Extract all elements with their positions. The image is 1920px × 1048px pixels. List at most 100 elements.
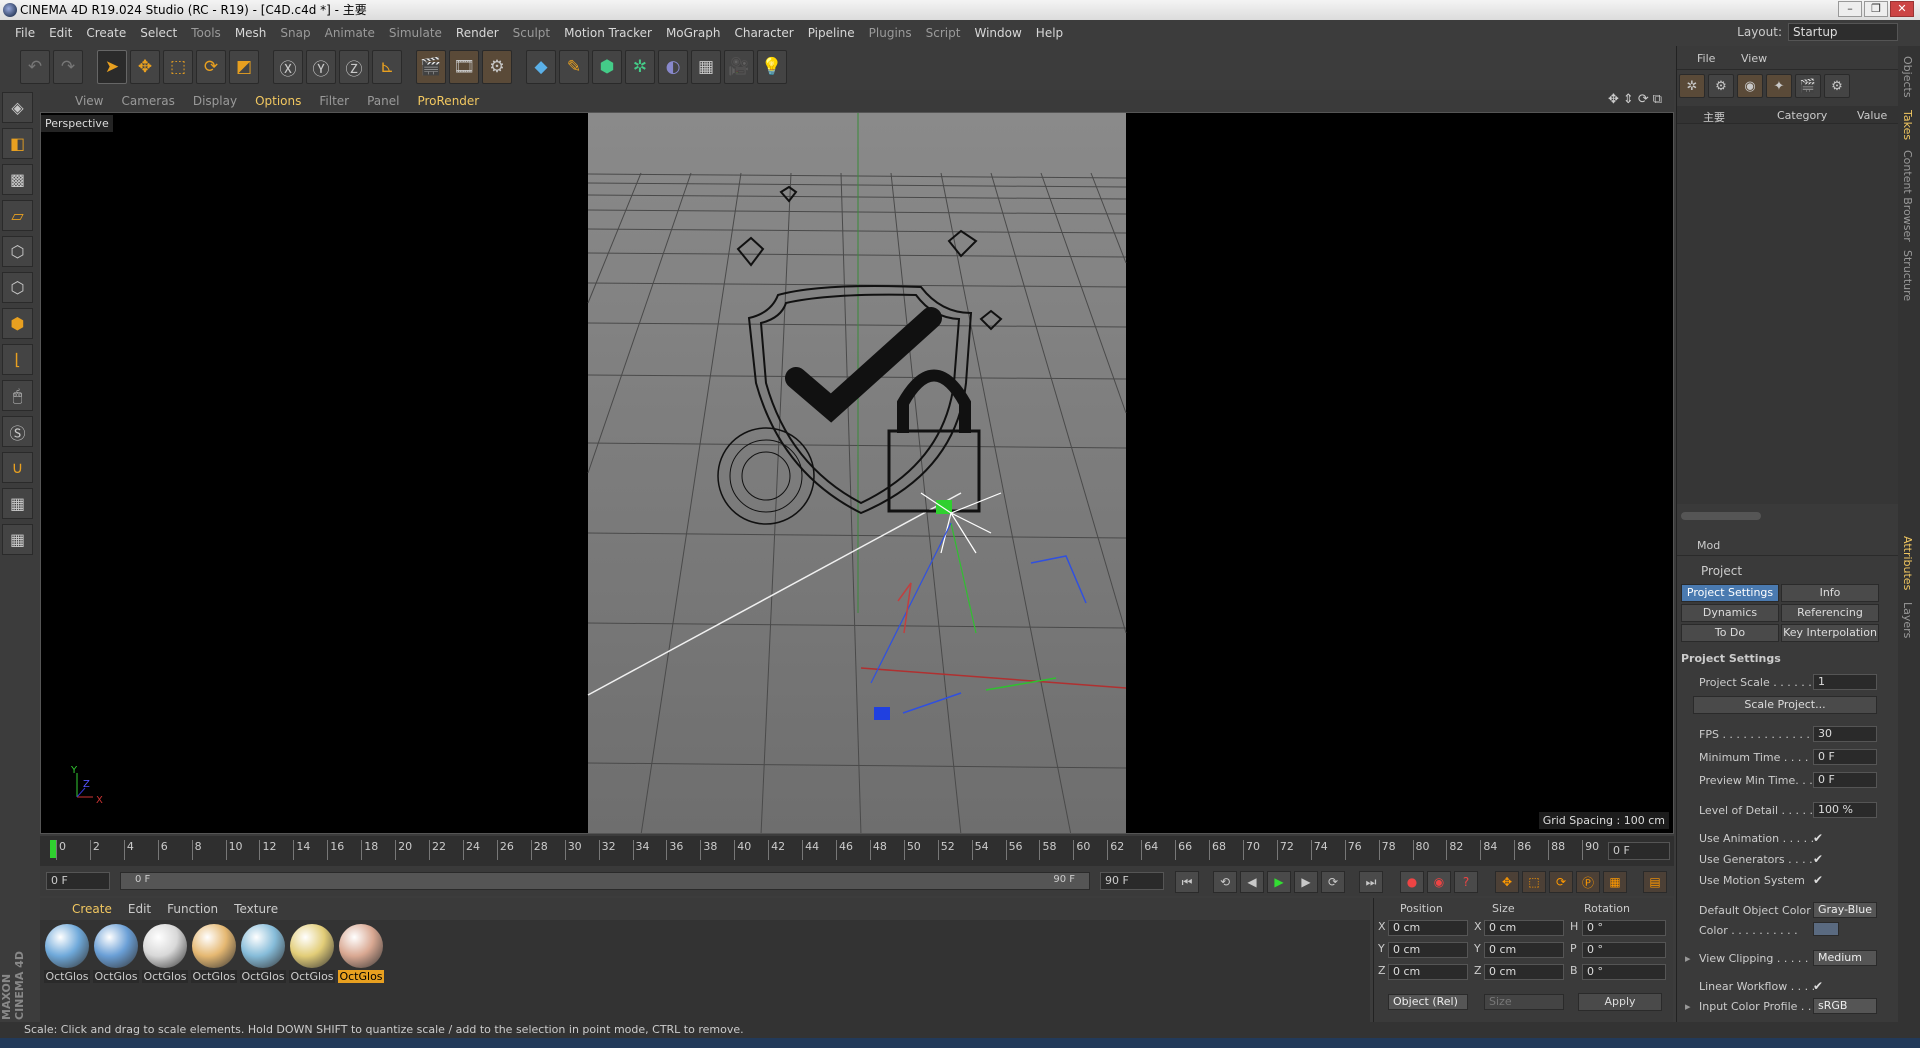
edges-mode-icon[interactable]: ⬡ [2,272,33,303]
menu-plugins[interactable]: Plugins [862,26,919,40]
tab-key-interpolation[interactable]: Key Interpolation [1781,624,1879,642]
prev-key-icon[interactable]: ⟲ [1213,871,1237,893]
viewport-menu-cameras[interactable]: Cameras [112,94,183,108]
material-menu-edit[interactable]: Edit [120,902,159,916]
minimum-time-field[interactable]: 0 F [1813,749,1877,765]
menu-edit[interactable]: Edit [42,26,79,40]
menu-character[interactable]: Character [727,26,800,40]
pen-spline-icon[interactable]: ✎ [559,50,589,84]
menu-window[interactable]: Window [967,26,1028,40]
cube-primitive-icon[interactable]: ◆ [526,50,556,84]
tab-to-do[interactable]: To Do [1681,624,1779,642]
coord-rotation-field[interactable]: 0 ° [1582,942,1666,958]
menu-motion-tracker[interactable]: Motion Tracker [557,26,659,40]
tab-info[interactable]: Info [1781,584,1879,602]
cloner-icon[interactable]: ✲ [625,50,655,84]
autokey-icon[interactable]: ◉ [1427,871,1451,893]
material-swatch[interactable]: OctGlos [338,924,384,983]
side-tab-content-browser[interactable]: Content Browser [1901,150,1914,242]
playhead[interactable] [50,840,56,858]
key-pla-icon[interactable]: ▦ [1603,871,1627,893]
coord-size-field[interactable]: 0 cm [1484,964,1564,980]
next-frame-icon[interactable]: ▶ [1294,871,1318,893]
workplane-icon[interactable]: ▱ [2,200,33,231]
go-to-start-icon[interactable]: ⏮ [1175,871,1199,893]
view-clipping-dropdown[interactable]: Medium [1813,950,1877,966]
menu-mesh[interactable]: Mesh [228,26,274,40]
material-swatch[interactable]: OctGlos [240,924,286,983]
viewport-menu-options[interactable]: Options [246,94,310,108]
side-tab-structure[interactable]: Structure [1901,250,1914,301]
side-tab-takes[interactable]: Takes [1901,110,1914,140]
viewport-nav-icons[interactable]: ✥⇕⟳⧉ [1608,92,1666,107]
menu-render[interactable]: Render [449,26,506,40]
key-position-icon[interactable]: ✥ [1495,871,1519,893]
object-list-scrollbar[interactable] [1681,512,1761,520]
menu-snap[interactable]: Snap [273,26,317,40]
material-swatch[interactable]: OctGlos [142,924,188,983]
z-axis-lock-icon[interactable]: Ⓩ [339,50,369,84]
render-settings-icon[interactable]: ⚙ [482,50,512,84]
light-icon[interactable]: 💡 [757,50,787,84]
key-parameter-icon[interactable]: Ⓟ [1576,871,1600,893]
material-swatch[interactable]: OctGlos [93,924,139,983]
make-editable-icon[interactable]: ◈ [2,92,33,123]
scale-project-button[interactable]: Scale Project... [1693,696,1877,714]
coord-position-field[interactable]: 0 cm [1388,942,1468,958]
redo-icon[interactable]: ↷ [53,50,83,84]
default-object-color-dropdown[interactable]: Gray-Blue [1813,902,1877,918]
linear-workflow-checkbox[interactable]: ✔ [1813,979,1827,993]
attributes-mode-menu[interactable]: Mod [1697,539,1720,552]
objects-menu-file[interactable]: File [1697,52,1715,65]
move-tool-icon[interactable]: ✥ [130,50,160,84]
preview-min-time-field[interactable]: 0 F [1813,772,1877,788]
tag-icon[interactable]: ⚙ [1708,74,1734,98]
play-icon[interactable]: ▶ [1267,871,1291,893]
floor-icon[interactable]: ▦ [691,50,721,84]
coord-size-field[interactable]: 0 cm [1484,942,1564,958]
menu-mograph[interactable]: MoGraph [659,26,728,40]
filter-icon[interactable]: ⚙ [1824,74,1850,98]
use-animation-checkbox[interactable]: ✔ [1813,831,1827,845]
viewport-menu-panel[interactable]: Panel [358,94,408,108]
close-button[interactable]: ✕ [1890,1,1914,17]
coord-rotation-field[interactable]: 0 ° [1582,920,1666,936]
planar-workplane-icon[interactable]: ▦ [2,524,33,555]
side-tab-attributes[interactable]: Attributes [1901,536,1914,590]
undo-icon[interactable]: ↶ [20,50,50,84]
y-axis-lock-icon[interactable]: Ⓨ [306,50,336,84]
solo-icon[interactable]: Ⓢ [2,416,33,447]
recent-tool-icon[interactable]: ◩ [229,50,259,84]
tweak-mode-icon[interactable]: 🖱 [2,380,33,411]
input-color-profile-dropdown[interactable]: sRGB [1813,998,1877,1014]
x-axis-lock-icon[interactable]: Ⓧ [273,50,303,84]
keyframe-selection-icon[interactable]: ? [1454,871,1478,893]
menu-create[interactable]: Create [79,26,133,40]
timeline-ruler[interactable]: 0 2 4 6 8 10 12 14 16 18 20 22 24 26 28 30 32 34 36 38 40 42 4… [40,836,1674,866]
perspective-viewport[interactable]: Y Z X Perspective Grid Spacing : 100 cm [40,112,1674,834]
material-menu-create[interactable]: Create [64,902,120,916]
object-list[interactable] [1677,124,1899,504]
render-view-icon[interactable]: 🎬 [416,50,446,84]
menu-tools[interactable]: Tools [184,26,228,40]
prev-frame-icon[interactable]: ◀ [1240,871,1264,893]
coord-size-mode-dropdown[interactable]: Size [1484,994,1564,1010]
scale-tool-icon[interactable]: ⬚ [163,50,193,84]
coord-rotation-field[interactable]: 0 ° [1582,964,1666,980]
menu-file[interactable]: File [8,26,42,40]
group-icon[interactable]: ✦ [1766,74,1792,98]
texture-mode-icon[interactable]: ▩ [2,164,33,195]
polygons-mode-icon[interactable]: ⬢ [2,308,33,339]
viewport-menu-display[interactable]: Display [184,94,246,108]
select-tool-icon[interactable]: ➤ [97,50,127,84]
start-frame-field[interactable]: 0 F [46,872,110,890]
layer-icon[interactable]: ◉ [1737,74,1763,98]
use-motion-system-checkbox[interactable]: ✔ [1813,873,1827,887]
maximize-button[interactable]: ❐ [1864,1,1888,17]
coord-mode-dropdown[interactable]: Object (Rel) [1388,994,1468,1010]
menu-pipeline[interactable]: Pipeline [801,26,862,40]
side-tab-objects[interactable]: Objects [1901,56,1914,98]
coord-size-field[interactable]: 0 cm [1484,920,1564,936]
tab-referencing[interactable]: Referencing [1781,604,1879,622]
render-tag-icon[interactable]: 🎬 [1795,74,1821,98]
